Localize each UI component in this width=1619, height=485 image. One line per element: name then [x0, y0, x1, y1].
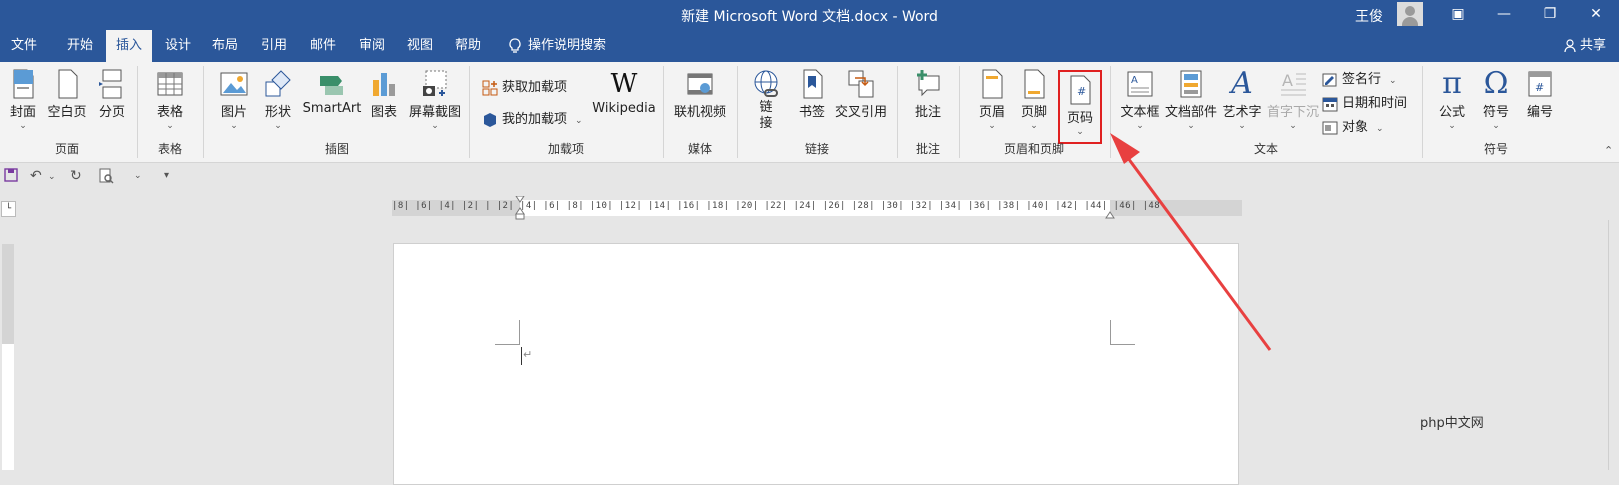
watermark: php中文网	[1420, 416, 1484, 431]
annotation-arrow	[1110, 133, 1272, 351]
